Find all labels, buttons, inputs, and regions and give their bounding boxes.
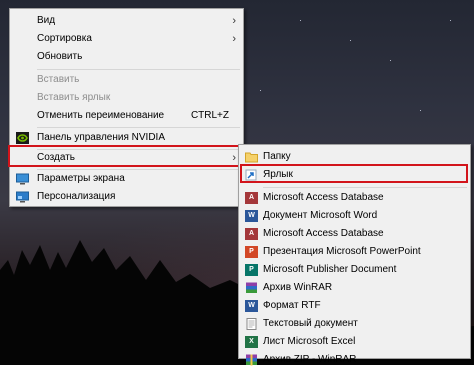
desktop-context-menu: Вид › Сортировка › Обновить Вставить Вст… (9, 8, 244, 207)
personalization-icon (16, 191, 29, 203)
menu-item-label: Документ Microsoft Word (263, 210, 378, 221)
rtf-icon: W (245, 300, 258, 312)
winrar-zip-icon (245, 354, 258, 366)
submenu-item-winrar-archive[interactable]: Архив WinRAR (239, 279, 470, 297)
submenu-item-publisher[interactable]: P Microsoft Publisher Document (239, 261, 470, 279)
submenu-item-excel[interactable]: X Лист Microsoft Excel (239, 333, 470, 351)
menu-item-label: Архив ZIP - WinRAR (263, 354, 357, 365)
text-document-icon (245, 318, 258, 330)
publisher-icon: P (245, 264, 258, 276)
submenu-item-word-document[interactable]: W Документ Microsoft Word (239, 207, 470, 225)
folder-icon (245, 151, 258, 163)
menu-item-label: Текстовый документ (263, 318, 358, 329)
submenu-item-powerpoint[interactable]: P Презентация Microsoft PowerPoint (239, 243, 470, 261)
menu-item-label: Обновить (37, 51, 83, 62)
display-icon (16, 173, 29, 185)
access-icon: A (245, 228, 258, 240)
word-icon: W (245, 210, 258, 222)
menu-separator (37, 127, 240, 128)
menu-item-label: Персонализация (37, 191, 116, 202)
winrar-icon (245, 282, 258, 294)
access-icon: A (245, 192, 258, 204)
menu-item-label: Лист Microsoft Excel (263, 336, 356, 347)
excel-icon: X (245, 336, 258, 348)
menu-item-label: Microsoft Publisher Document (263, 264, 397, 275)
menu-item-sort[interactable]: Сортировка › (10, 30, 243, 48)
submenu-item-access-database-2[interactable]: A Microsoft Access Database (239, 225, 470, 243)
menu-item-label: Отменить переименование (37, 110, 165, 121)
menu-item-refresh[interactable]: Обновить (10, 48, 243, 66)
menu-item-label: Microsoft Access Database (263, 192, 384, 203)
menu-item-shortcut: CTRL+Z (190, 110, 229, 121)
menu-item-label: Сортировка (37, 33, 92, 44)
nvidia-icon (16, 132, 29, 144)
powerpoint-icon: P (245, 246, 258, 258)
chevron-right-icon: › (232, 33, 236, 45)
submenu-item-access-database[interactable]: A Microsoft Access Database (239, 189, 470, 207)
menu-item-label: Вид (37, 15, 56, 26)
menu-separator (37, 69, 240, 70)
create-item-highlight (8, 145, 240, 167)
menu-item-label: Microsoft Access Database (263, 228, 384, 239)
menu-item-display-settings[interactable]: Параметры экрана (10, 170, 243, 188)
menu-item-label: Параметры экрана (37, 173, 125, 184)
menu-item-label: Вставить (37, 74, 80, 85)
menu-item-label: Архив WinRAR (263, 282, 333, 293)
menu-item-label: Презентация Microsoft PowerPoint (263, 246, 421, 257)
menu-item-paste: Вставить (10, 71, 243, 89)
menu-item-personalization[interactable]: Персонализация (10, 188, 243, 206)
menu-item-undo-rename[interactable]: Отменить переименование CTRL+Z (10, 107, 243, 125)
shortcut-item-highlight (240, 164, 468, 183)
menu-item-paste-shortcut: Вставить ярлык (10, 89, 243, 107)
chevron-right-icon: › (232, 15, 236, 27)
menu-item-view[interactable]: Вид › (10, 12, 243, 30)
submenu-item-winrar-zip[interactable]: Архив ZIP - WinRAR (239, 351, 470, 369)
menu-item-label: Формат RTF (263, 300, 321, 311)
submenu-item-rtf[interactable]: W Формат RTF (239, 297, 470, 315)
menu-separator (263, 187, 467, 188)
menu-item-label: Вставить ярлык (37, 92, 111, 103)
submenu-item-text-document[interactable]: Текстовый документ (239, 315, 470, 333)
